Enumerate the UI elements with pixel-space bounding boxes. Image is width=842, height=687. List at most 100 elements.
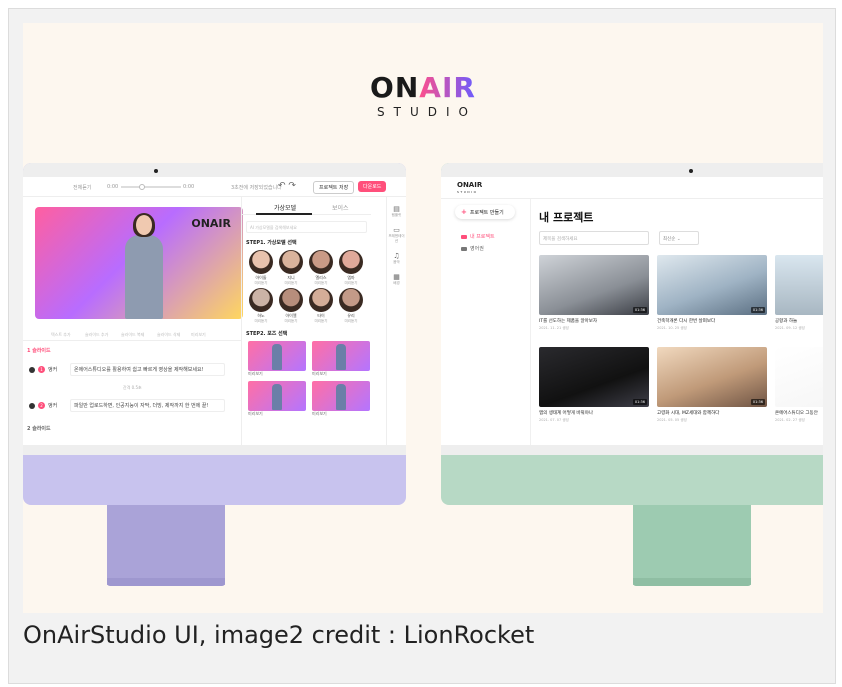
project-title[interactable]: 공항과 하늘 <box>775 318 823 324</box>
pose-preview-link[interactable]: 미리보기 <box>248 371 306 377</box>
project-search-input[interactable]: 제목을 검색하세요 <box>539 231 649 245</box>
active-tab-underline <box>256 213 312 215</box>
model-avatar <box>309 250 333 274</box>
model-avatar <box>249 288 273 312</box>
model-card[interactable]: 엘리스 미리듣기 <box>308 250 334 286</box>
project-card[interactable]: 01:36 고령화 시대, MZ세대와 함께하다 2021. 05. 05 생성 <box>657 347 767 423</box>
step2-heading: STEP2. 포즈 선택 <box>246 331 288 337</box>
project-card[interactable]: 01:36 IT를 선도하는 제품을 알아보자 2021. 11. 21 생성 <box>539 255 649 331</box>
pose-card[interactable]: 미리보기 <box>312 341 370 377</box>
sidebar-item-english[interactable]: 영어권 <box>461 245 484 252</box>
project-title[interactable]: 건축학개론 다시 한번 살펴보다 <box>657 318 767 324</box>
project-thumbnail[interactable]: 01:36 <box>539 347 649 407</box>
pose-thumbnail <box>248 381 306 411</box>
rail-label: 템플릿 <box>391 213 402 217</box>
sort-dropdown[interactable]: 최신순 ⌄ <box>659 231 699 245</box>
project-date: 2021. 09. 12 생성 <box>775 326 805 330</box>
drag-handle-icon[interactable] <box>29 366 35 373</box>
preview-voice-link[interactable]: 미리듣기 <box>248 281 274 286</box>
tab-virtual-model[interactable]: 가상모델 <box>274 203 296 212</box>
figure-frame: ONAIR STUDIO 전체듣기 0:00 0:00 3초전에 저장되었습니다… <box>8 8 836 684</box>
delete-slide-tool[interactable]: 슬라이드 삭제 <box>157 332 180 338</box>
slider-handle[interactable] <box>139 184 145 190</box>
preview-voice-link[interactable]: 미리듣기 <box>248 319 274 324</box>
duration-badge: 01:36 <box>632 307 647 313</box>
model-card[interactable]: 유리 미리듣기 <box>338 288 364 324</box>
project-thumbnail[interactable] <box>775 347 823 407</box>
timeline-slider[interactable] <box>121 184 181 190</box>
projects-topbar: ONAIR STUDIO <box>441 177 823 199</box>
preview-tool[interactable]: 미리보기 <box>191 332 206 338</box>
sidebar-item-my-projects[interactable]: 내 프로젝트 <box>461 233 495 240</box>
row-number: 2 <box>38 402 45 409</box>
model-card[interactable]: 아이돌 미리듣기 <box>248 250 274 286</box>
model-card[interactable]: 타이 미리듣기 <box>308 288 334 324</box>
pause-interval[interactable]: 간격 0.5초 <box>123 385 142 391</box>
add-text-tool[interactable]: 텍스트 추가 <box>51 332 71 338</box>
script-text-input[interactable]: 온에어스튜디오를 활용하여 쉽고 빠르게 영상을 제작해보세요! <box>70 363 225 376</box>
tab-voice[interactable]: 보이스 <box>332 203 349 212</box>
model-card[interactable]: 지니 미리듣기 <box>278 250 304 286</box>
project-title[interactable]: 온에어스튜디오 그동안 <box>775 410 823 416</box>
download-button[interactable]: 다운로드 <box>358 181 387 192</box>
script-row[interactable]: 2 앵커 파일만 업로드하면, 인공지능이 자막, 더빙, 제작까지 한 번에 끝! <box>29 399 239 412</box>
new-project-button[interactable]: + 프로젝트 만들기 <box>455 205 515 219</box>
speaker-select[interactable]: 앵커 <box>48 402 70 409</box>
speaker-select[interactable]: 앵커 <box>48 366 70 373</box>
project-thumbnail[interactable]: 01:36 <box>657 347 767 407</box>
camera-dot <box>154 169 158 173</box>
app-logo[interactable]: ONAIR STUDIO <box>457 182 482 196</box>
project-card[interactable]: 01:36 건축학개론 다시 한번 살펴보다 2021. 10. 25 생성 <box>657 255 767 331</box>
listen-all-label[interactable]: 전체듣기 <box>73 184 91 191</box>
music-icon[interactable]: ♫ <box>387 252 406 260</box>
preview-voice-link[interactable]: 미리듣기 <box>278 281 304 286</box>
model-card[interactable]: 아이엘 미리듣기 <box>278 288 304 324</box>
row-number: 1 <box>38 366 45 373</box>
duplicate-slide-tool[interactable]: 슬라이드 복제 <box>121 332 144 338</box>
project-title[interactable]: IT를 선도하는 제품을 알아보자 <box>539 318 649 324</box>
script-text-input[interactable]: 파일만 업로드하면, 인공지능이 자막, 더빙, 제작까지 한 번에 끝! <box>70 399 225 412</box>
projects-sidebar: + 프로젝트 만들기 내 프로젝트 영어권 <box>441 199 531 445</box>
presentation-icon[interactable]: ▭ <box>387 226 406 234</box>
slide-1-label[interactable]: 1 슬라이드 <box>27 347 51 354</box>
project-thumbnail[interactable]: 01:36 <box>657 255 767 315</box>
model-card[interactable]: 엠마 미리듣기 <box>338 250 364 286</box>
rail-label: 음악 <box>393 260 400 264</box>
slide-toolbar: 텍스트 추가 슬라이드 추가 슬라이드 복제 슬라이드 삭제 미리보기 <box>23 327 241 341</box>
preview-voice-link[interactable]: 미리듣기 <box>308 281 334 286</box>
pose-preview-link[interactable]: 미리보기 <box>248 411 306 417</box>
pose-preview-link[interactable]: 미리보기 <box>312 371 370 377</box>
step1-heading: STEP1. 가상모델 선택 <box>246 240 297 246</box>
undo-redo-icon[interactable]: ↶ ↷ <box>278 181 296 191</box>
project-thumbnail[interactable]: 01:36 <box>539 255 649 315</box>
project-title[interactable]: 앱의 생태계 어떻게 바꿔야나 <box>539 410 649 416</box>
project-date: 2021. 07. 07 생성 <box>539 418 569 422</box>
template-icon[interactable]: ▤ <box>387 205 406 213</box>
right-rail: ▤ 템플릿 ▭ 프레젠테이션 ♫ 음악 ▦ 배경 <box>386 197 406 445</box>
project-card[interactable]: 공항과 하늘 2021. 09. 12 생성 <box>775 255 823 331</box>
saved-status: 3초전에 저장되었습니다 <box>231 185 282 191</box>
drag-handle-icon[interactable] <box>29 402 35 409</box>
hero-artwork: ONAIR STUDIO 전체듣기 0:00 0:00 3초전에 저장되었습니다… <box>23 23 823 613</box>
background-icon[interactable]: ▦ <box>387 273 406 281</box>
preview-voice-link[interactable]: 미리듣기 <box>338 319 364 324</box>
model-search-input[interactable]: AI 가상모델을 검색해보세요 <box>246 221 367 233</box>
preview-logo: ONAIR <box>191 217 231 230</box>
slide-2-label[interactable]: 2 슬라이드 <box>27 425 51 432</box>
time-end: 0:00 <box>183 184 195 190</box>
preview-voice-link[interactable]: 미리듣기 <box>308 319 334 324</box>
preview-voice-link[interactable]: 미리듣기 <box>338 281 364 286</box>
script-row[interactable]: 1 앵커 온에어스튜디오를 활용하여 쉽고 빠르게 영상을 제작해보세요! <box>29 363 239 376</box>
preview-voice-link[interactable]: 미리듣기 <box>278 319 304 324</box>
save-project-button[interactable]: 프로젝트 저장 <box>313 181 355 194</box>
project-card[interactable]: 온에어스튜디오 그동안 2021. 02. 27 생성 <box>775 347 823 423</box>
pose-card[interactable]: 미리보기 <box>248 381 306 417</box>
pose-card[interactable]: 미리보기 <box>248 341 306 377</box>
project-card[interactable]: 01:36 앱의 생태계 어떻게 바꿔야나 2021. 07. 07 생성 <box>539 347 649 423</box>
model-card[interactable]: 하노 미리듣기 <box>248 288 274 324</box>
add-slide-tool[interactable]: 슬라이드 추가 <box>85 332 108 338</box>
pose-preview-link[interactable]: 미리보기 <box>312 411 370 417</box>
project-title[interactable]: 고령화 시대, MZ세대와 함께하다 <box>657 410 767 416</box>
pose-card[interactable]: 미리보기 <box>312 381 370 417</box>
project-thumbnail[interactable] <box>775 255 823 315</box>
